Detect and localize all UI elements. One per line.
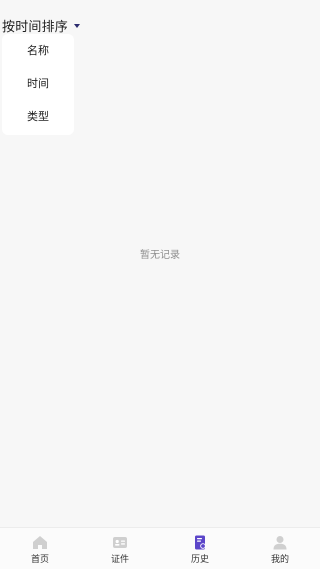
tab-home[interactable]: 首页 <box>0 528 80 569</box>
sort-label: 按时间排序 <box>2 20 69 35</box>
tab-label: 证件 <box>110 555 129 565</box>
user-icon <box>273 536 287 550</box>
history-document-icon <box>195 535 206 550</box>
sort-option-name[interactable]: 名称 <box>2 34 74 67</box>
home-icon <box>33 536 47 549</box>
tab-label: 历史 <box>190 555 209 565</box>
sort-option-type[interactable]: 类型 <box>2 100 74 133</box>
tab-history[interactable]: 历史 <box>160 528 240 569</box>
caret-down-icon <box>74 24 81 28</box>
app-screen: 按时间排序 名称 时间 类型 暂无记录 首页 证件 历史 我的 <box>0 0 320 569</box>
sort-option-time[interactable]: 时间 <box>2 67 74 100</box>
tab-id-card[interactable]: 证件 <box>80 528 160 569</box>
sort-dropdown-trigger[interactable]: 按时间排序 <box>2 16 81 35</box>
tab-label: 我的 <box>270 555 289 565</box>
sort-dropdown-menu: 名称 时间 类型 <box>2 34 74 135</box>
empty-state-message: 暂无记录 <box>140 250 180 261</box>
id-card-icon <box>113 537 127 548</box>
bottom-tab-bar: 首页 证件 历史 我的 <box>0 527 320 569</box>
tab-label: 首页 <box>30 555 49 565</box>
tab-profile[interactable]: 我的 <box>240 528 320 569</box>
